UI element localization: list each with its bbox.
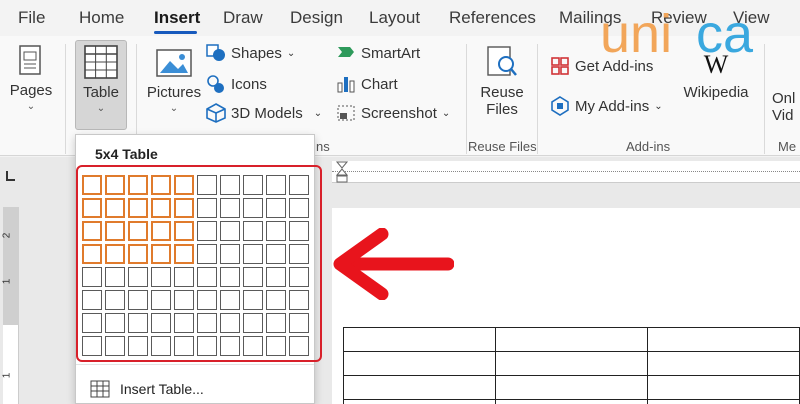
horizontal-ruler[interactable]	[332, 161, 800, 183]
cube-icon	[206, 103, 226, 123]
separator	[466, 44, 467, 154]
tab-draw[interactable]: Draw	[223, 8, 263, 28]
tab-home[interactable]: Home	[79, 8, 124, 28]
ruler-number: 1	[1, 278, 13, 285]
chart-icon	[337, 77, 355, 93]
chevron-down-icon: ⌄	[286, 47, 296, 59]
insert-table-icon	[90, 380, 110, 398]
pages-button[interactable]: Pages ⌄	[8, 44, 54, 112]
vertical-ruler-margin	[3, 207, 19, 325]
pages-label: Pages	[9, 82, 53, 99]
chevron-down-icon: ⌄	[26, 101, 36, 112]
reuse-files-label-1: Reuse	[480, 84, 524, 101]
pictures-button[interactable]: Pictures ⌄	[144, 48, 204, 114]
shapes-button[interactable]: Shapes ⌄	[206, 44, 295, 62]
screenshot-label: Screenshot	[361, 104, 437, 122]
icons-label: Icons	[231, 75, 267, 93]
indent-marker-icon[interactable]	[336, 161, 348, 183]
chevron-down-icon: ⌄	[96, 103, 106, 114]
active-tab-indicator	[154, 31, 197, 34]
unica-logo: uni ca	[596, 0, 800, 64]
my-addins-label: My Add-ins	[575, 97, 650, 115]
tab-layout[interactable]: Layout	[369, 8, 420, 28]
separator	[537, 44, 538, 154]
menu-separator	[76, 364, 314, 365]
document-table[interactable]	[343, 327, 800, 404]
unica-logo-icon: uni ca	[600, 4, 754, 64]
smartart-label: SmartArt	[361, 44, 421, 62]
table-icon	[84, 45, 118, 79]
tab-file[interactable]: File	[18, 8, 45, 28]
chevron-down-icon: ⌄	[313, 107, 323, 119]
pages-icon	[19, 45, 41, 75]
insert-table-label: Insert Table...	[120, 381, 204, 397]
group-label-media: Me	[778, 139, 797, 154]
group-label-reuse-files: Reuse Files	[468, 139, 537, 154]
chevron-down-icon: ⌄	[169, 103, 179, 114]
shapes-icon	[206, 44, 225, 61]
3d-models-button[interactable]: 3D Models ⌄	[206, 103, 322, 123]
screenshot-button[interactable]: Screenshot ⌄	[336, 103, 450, 123]
chart-button[interactable]: Chart	[336, 74, 398, 94]
group-label-addins: Add-ins	[626, 139, 671, 154]
shapes-label: Shapes	[231, 44, 282, 62]
table-label: Table	[83, 84, 119, 101]
store-icon	[551, 57, 569, 75]
3d-models-label: 3D Models	[231, 104, 303, 122]
reuse-files-icon	[487, 46, 517, 76]
online-video-button[interactable]: Onl Vid	[772, 90, 800, 124]
chart-label: Chart	[361, 75, 398, 93]
ruler-number: 1	[1, 372, 13, 379]
highlight-outline	[76, 165, 322, 362]
chevron-down-icon: ⌄	[654, 100, 663, 112]
icons-button[interactable]: Icons	[206, 74, 267, 94]
red-arrow-icon	[333, 228, 454, 300]
pictures-label: Pictures	[146, 84, 202, 101]
insert-table-menu-item[interactable]: Insert Table...	[90, 380, 204, 398]
svg-text:ca: ca	[696, 4, 754, 64]
addins-icon	[551, 96, 569, 116]
ruler-ticks	[332, 171, 800, 175]
svg-text:uni: uni	[600, 4, 672, 64]
tab-selector-icon[interactable]	[3, 168, 19, 184]
chevron-down-icon: ⌄	[441, 107, 451, 119]
wikipedia-label: Wikipedia	[683, 84, 749, 101]
table-size-label: 5x4 Table	[95, 146, 158, 162]
tab-design[interactable]: Design	[290, 8, 343, 28]
picture-icon	[156, 49, 192, 77]
ruler-number: 2	[1, 232, 13, 239]
separator	[65, 44, 66, 154]
online-video-label-2: Vid	[772, 107, 794, 124]
table-button[interactable]: Table ⌄	[77, 44, 125, 114]
smartart-icon	[338, 47, 354, 57]
tab-insert[interactable]: Insert	[154, 8, 200, 28]
my-addins-button[interactable]: My Add-ins ⌄	[550, 96, 663, 116]
tab-references[interactable]: References	[449, 8, 536, 28]
online-video-label-1: Onl	[772, 90, 796, 107]
icons-icon	[207, 75, 224, 93]
reuse-files-button[interactable]: Reuse Files	[476, 44, 528, 118]
group-label-illustrations: ns	[316, 139, 330, 154]
smartart-button[interactable]: SmartArt	[336, 44, 420, 62]
screenshot-icon	[337, 105, 355, 121]
reuse-files-label-2: Files	[486, 101, 518, 118]
